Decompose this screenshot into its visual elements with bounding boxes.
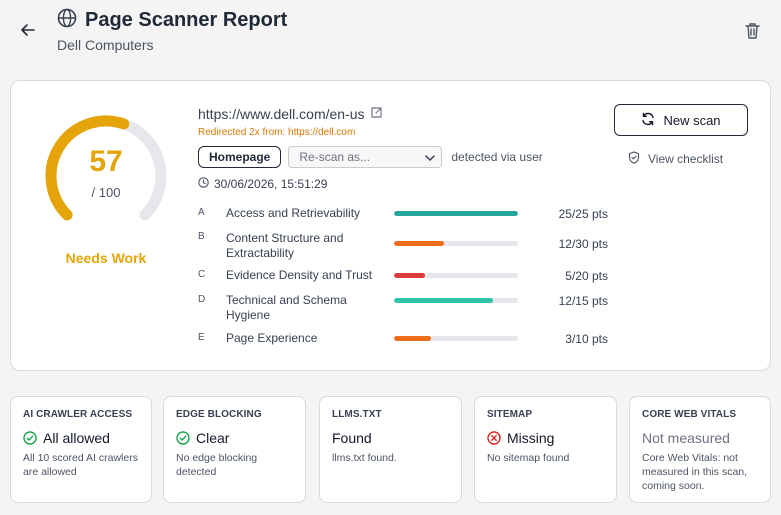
summary-tile[interactable]: AI CRAWLER ACCESS All allowed All 10 score… (10, 396, 152, 503)
criterion-row: D Technical and Schema Hygiene 12/15 pts (198, 293, 608, 322)
check-circle-icon (23, 431, 37, 445)
redirect-note: Redirected 2x from: https://dell.com (198, 127, 356, 138)
tile-label: EDGE BLOCKING (176, 409, 262, 420)
page-title: Page Scanner Report (85, 9, 288, 31)
criterion-row: E Page Experience 3/10 pts (198, 331, 608, 346)
summary-tile[interactable]: EDGE BLOCKING Clear No edge blocking detec… (163, 396, 306, 503)
summary-tile[interactable]: CORE WEB VITALS Not measured Core Web Vita… (629, 396, 771, 503)
criterion-points: 25/25 pts (558, 207, 608, 221)
tile-value: Not measured (642, 430, 730, 446)
tile-value-row: Missing (487, 430, 604, 446)
tile-description: All 10 scored AI crawlers are allowed (23, 452, 138, 478)
refresh-icon (641, 112, 655, 129)
criterion-bar-fill (394, 298, 494, 303)
rescan-select[interactable]: Re-scan as... (288, 146, 443, 168)
view-checklist-link[interactable]: View checklist (628, 151, 723, 167)
criterion-letter: C (198, 269, 206, 280)
criterion-letter: E (198, 332, 205, 343)
criterion-letter: D (198, 294, 206, 305)
tile-value-row: Not measured (642, 430, 758, 446)
criterion-name: Evidence Density and Trust (226, 268, 373, 282)
criterion-bar (394, 336, 518, 341)
criterion-bar-fill (394, 336, 432, 341)
criterion-letter: A (198, 207, 205, 218)
status-label: Needs Work (65, 250, 147, 266)
trash-icon[interactable] (743, 20, 761, 40)
criterion-bar (394, 211, 518, 216)
tile-value-row: Found (332, 430, 449, 446)
criterion-name: Technical and Schema Hygiene (226, 293, 347, 322)
scanned-url[interactable]: https://www.dell.com/en-us (198, 106, 365, 122)
page-type-badge[interactable]: Homepage (198, 146, 282, 168)
score-value: 57 (89, 145, 123, 178)
detected-note: detected via user (451, 150, 543, 164)
criterion-bar-fill (394, 241, 444, 246)
tile-label: CORE WEB VITALS (642, 409, 737, 420)
criterion-name: Access and Retrievability (226, 206, 361, 220)
tile-value: Found (332, 430, 372, 446)
tile-description: No edge blocking detected (176, 452, 258, 478)
criterion-bar-fill (394, 211, 518, 216)
back-arrow-icon[interactable] (18, 20, 38, 40)
summary-tile[interactable]: SITEMAP Missing No sitemap found (474, 396, 617, 503)
criterion-row: A Access and Retrievability 25/25 pts (198, 206, 608, 221)
criterion-points: 5/20 pts (565, 269, 608, 283)
clock-icon (198, 177, 209, 191)
tile-value: All allowed (43, 430, 110, 446)
criterion-bar (394, 298, 518, 303)
globe-icon (57, 8, 77, 33)
shield-check-icon (628, 151, 640, 167)
criterion-bar (394, 273, 518, 278)
scan-timestamp: 30/06/2026, 15:51:29 (214, 177, 328, 191)
tile-value: Clear (196, 430, 230, 446)
criterion-bar-fill (394, 273, 425, 278)
tile-label: AI CRAWLER ACCESS (23, 409, 133, 420)
tile-description: No sitemap found (487, 452, 570, 464)
criterion-letter: B (198, 231, 205, 242)
criterion-name: Page Experience (226, 331, 318, 345)
tile-value-row: All allowed (23, 430, 139, 446)
criterion-points: 3/10 pts (565, 332, 608, 346)
report-card: 57 / 100 Needs Work https://www.dell.com… (10, 80, 771, 371)
summary-tile[interactable]: LLMS.TXT Found llms.txt found. (319, 396, 462, 503)
tile-value: Missing (507, 430, 555, 446)
tile-description: llms.txt found. (332, 452, 397, 464)
criterion-points: 12/30 pts (558, 237, 608, 251)
tile-description: Core Web Vitals: not measured in this sc… (642, 452, 748, 492)
external-link-icon[interactable] (370, 105, 382, 123)
check-circle-icon (176, 431, 190, 445)
rescan-select-label: Re-scan as... (299, 150, 371, 164)
new-scan-button[interactable]: New scan (614, 104, 748, 136)
criterion-points: 12/15 pts (558, 294, 608, 308)
tile-value-row: Clear (176, 430, 293, 446)
criterion-name: Content Structure and Extractability (226, 231, 344, 260)
tile-label: SITEMAP (487, 409, 533, 420)
x-circle-icon (487, 431, 501, 445)
criterion-row: B Content Structure and Extractability 12/… (198, 231, 608, 261)
score-max: / 100 (91, 185, 121, 200)
new-scan-label: New scan (663, 112, 721, 128)
chevron-down-icon (425, 150, 436, 164)
tile-label: LLMS.TXT (332, 409, 382, 420)
criterion-row: C Evidence Density and Trust 5/20 pts (198, 268, 608, 283)
criterion-bar (394, 241, 518, 246)
page-subtitle: Dell Computers (57, 37, 154, 53)
view-checklist-label: View checklist (648, 152, 724, 166)
